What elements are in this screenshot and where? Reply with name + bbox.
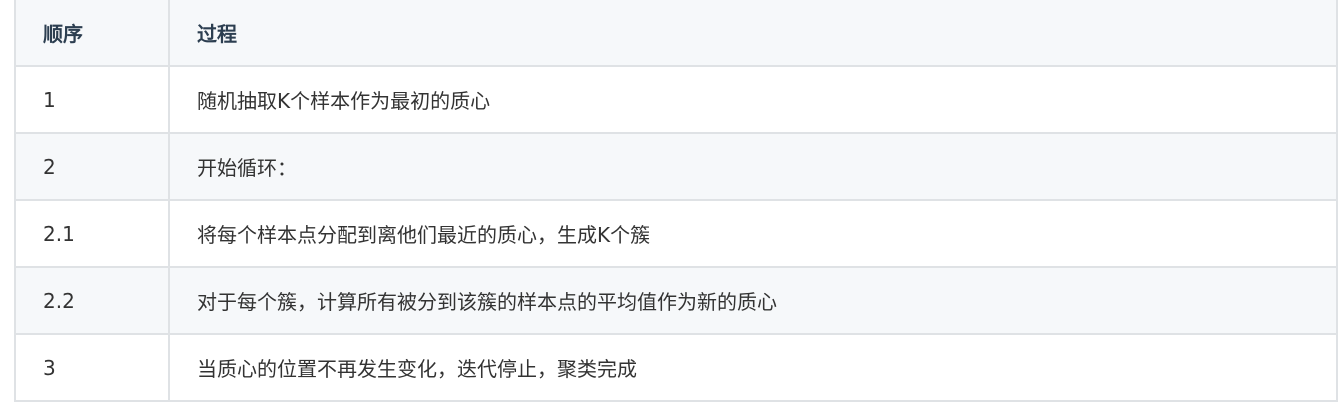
cell-process: 对于每个簇，计算所有被分到该簇的样本点的平均值作为新的质心	[168, 266, 1338, 335]
table-row: 2 开始循环：	[14, 132, 1338, 201]
cell-process: 当质心的位置不再发生变化，迭代停止，聚类完成	[168, 333, 1338, 402]
header-process: 过程	[168, 0, 1338, 67]
cell-order: 1	[14, 65, 170, 134]
table-header-row: 顺序 过程	[14, 0, 1338, 67]
cell-order: 2.1	[14, 199, 170, 268]
cell-process: 将每个样本点分配到离他们最近的质心，生成K个簇	[168, 199, 1338, 268]
table-row: 3 当质心的位置不再发生变化，迭代停止，聚类完成	[14, 333, 1338, 402]
process-table: 顺序 过程 1 随机抽取K个样本作为最初的质心 2 开始循环： 2.1 将每个样…	[14, 0, 1338, 402]
cell-order: 2	[14, 132, 170, 201]
header-order: 顺序	[14, 0, 170, 67]
content-area: 顺序 过程 1 随机抽取K个样本作为最初的质心 2 开始循环： 2.1 将每个样…	[14, 0, 1338, 402]
cell-order: 2.2	[14, 266, 170, 335]
cell-process: 开始循环：	[168, 132, 1338, 201]
cell-process: 随机抽取K个样本作为最初的质心	[168, 65, 1338, 134]
table-row: 1 随机抽取K个样本作为最初的质心	[14, 65, 1338, 134]
cell-order: 3	[14, 333, 170, 402]
table-row: 2.2 对于每个簇，计算所有被分到该簇的样本点的平均值作为新的质心	[14, 266, 1338, 335]
table-row: 2.1 将每个样本点分配到离他们最近的质心，生成K个簇	[14, 199, 1338, 268]
